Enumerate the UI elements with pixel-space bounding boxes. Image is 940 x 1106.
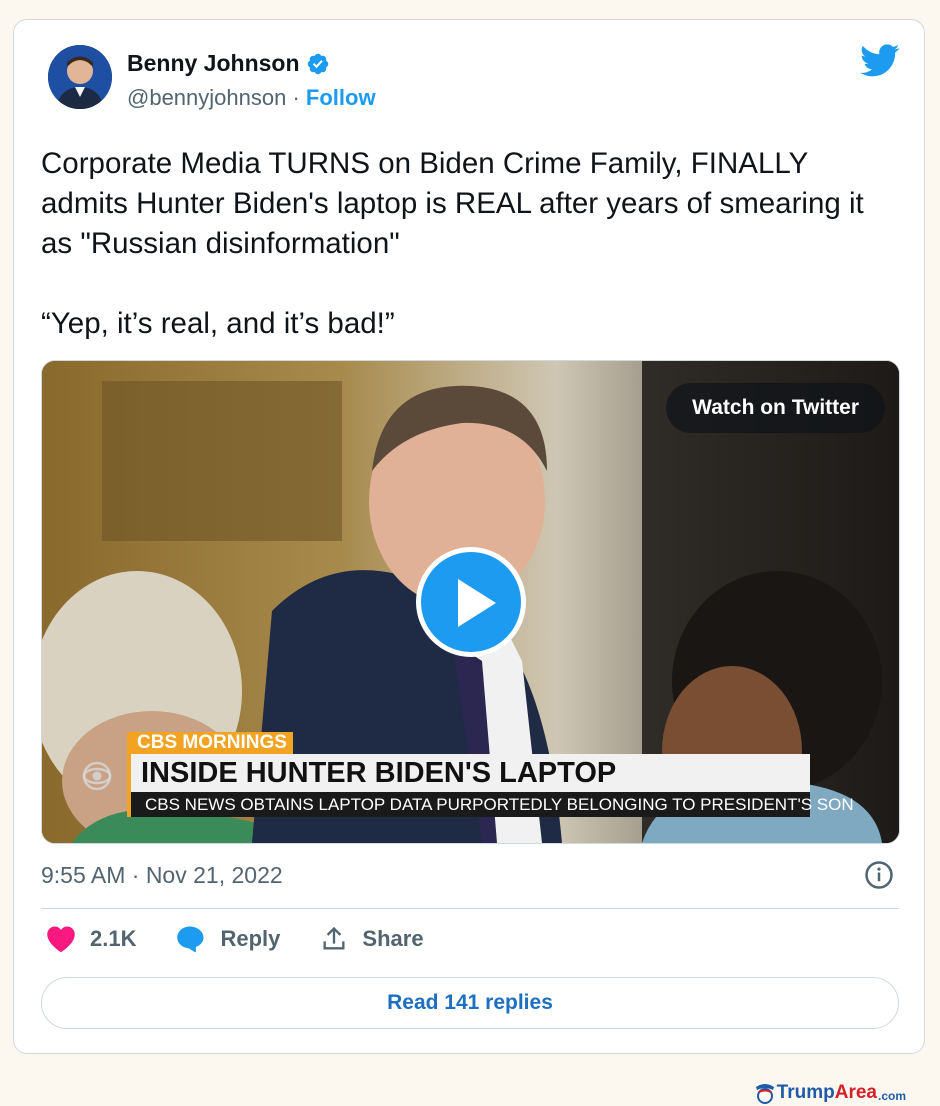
cbs-mornings-brand: CBS MORNINGS	[127, 732, 293, 754]
tweet-text: Corporate Media TURNS on Biden Crime Fam…	[41, 144, 901, 344]
tweet-actions: 2.1K Reply Share	[46, 925, 464, 953]
avatar-photo	[48, 45, 112, 109]
reply-button[interactable]: Reply	[176, 925, 280, 953]
reply-label: Reply	[220, 926, 281, 951]
news-headline: INSIDE HUNTER BIDEN'S LAPTOP	[127, 754, 810, 792]
read-replies-button[interactable]: Read 141 replies	[41, 977, 899, 1029]
author-name-row: Benny Johnson	[127, 50, 330, 77]
cbs-eye-icon	[82, 761, 112, 791]
author-avatar[interactable]	[48, 45, 112, 109]
play-icon	[458, 579, 496, 627]
verified-badge-icon	[307, 53, 328, 74]
divider	[41, 908, 899, 909]
tweet-timestamp[interactable]: 9:55 AM · Nov 21, 2022	[41, 862, 283, 889]
watch-on-twitter-button[interactable]: Watch on Twitter	[666, 383, 885, 433]
watermark-com: .com	[877, 1088, 906, 1103]
follow-button[interactable]: Follow	[306, 85, 376, 110]
author-handle-row: @bennyjohnson · Follow	[127, 85, 376, 111]
tweet-body: Corporate Media TURNS on Biden Crime Fam…	[41, 147, 864, 260]
trumparea-watermark: Trump Area .com	[753, 1081, 906, 1105]
handle-separator: ·	[292, 85, 300, 110]
info-icon[interactable]	[864, 860, 894, 890]
like-button[interactable]: 2.1K	[46, 925, 136, 953]
video-player[interactable]: Watch on Twitter CBS MORNINGS INSIDE HUN…	[41, 360, 900, 844]
like-count: 2.1K	[90, 926, 137, 951]
play-button[interactable]	[416, 547, 526, 657]
reply-bubble-icon	[177, 926, 204, 953]
heart-icon	[47, 926, 75, 953]
trumparea-logo-icon	[755, 1084, 774, 1104]
author-name[interactable]: Benny Johnson	[127, 50, 300, 77]
share-label: Share	[362, 926, 424, 951]
author-handle[interactable]: @bennyjohnson	[127, 85, 286, 110]
share-button[interactable]: Share	[320, 925, 424, 953]
tweet-quote: “Yep, it’s real, and it’s bad!”	[41, 307, 395, 340]
share-icon	[323, 926, 345, 950]
news-subheadline: CBS NEWS OBTAINS LAPTOP DATA PURPORTEDLY…	[127, 792, 854, 817]
twitter-bird-icon[interactable]	[860, 44, 900, 78]
tweet-card: Benny Johnson @bennyjohnson · Follow Cor…	[13, 19, 925, 1054]
watermark-area: Area	[834, 1082, 877, 1103]
watermark-trump: Trump	[776, 1082, 835, 1103]
